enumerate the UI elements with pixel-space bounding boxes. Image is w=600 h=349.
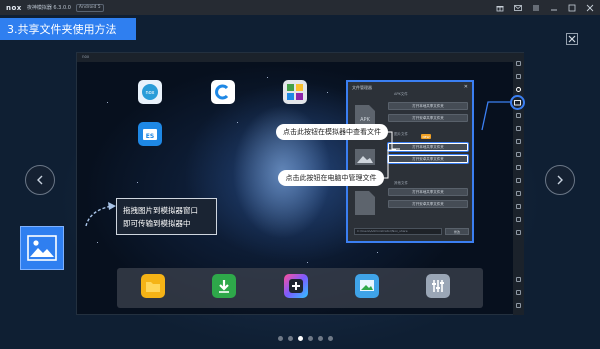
callout-view-text: 点击此按钮在模拟器中查看文件 [283, 128, 381, 136]
other-file-icon [354, 190, 376, 216]
apk-section-label: APK文件 [394, 92, 408, 96]
android-version-badge: Android 5 [75, 3, 104, 12]
minimize-icon[interactable] [549, 3, 558, 12]
other-open-local-button[interactable]: 打开本地共享文件夹 [388, 188, 468, 196]
toolbar-back-icon[interactable] [516, 277, 521, 282]
step-banner: 3.共享文件夹使用方法 [0, 18, 136, 40]
drag-arrow-icon [85, 202, 116, 227]
c-app-icon[interactable] [211, 80, 235, 104]
toolbar-apk-icon[interactable] [516, 126, 521, 131]
toolbar-keyboard-icon[interactable] [516, 61, 521, 66]
toolbar-screenshot-icon[interactable] [516, 74, 521, 79]
mail-icon[interactable] [513, 3, 522, 12]
file-manager-dialog: 文件管理器 ✕ APK文件 APK 打开本地共享文件夹 打开安卓共享文件夹 图片… [346, 80, 474, 243]
callout-manage-on-pc: 点击此按钮在电脑中管理文件 [278, 170, 384, 186]
image-file-icon [354, 146, 376, 172]
new-badge: NEW [421, 134, 431, 139]
svg-text:nox: nox [145, 90, 154, 96]
pagination-dot-3[interactable] [298, 336, 303, 341]
toolbar-fullscreen-icon[interactable] [516, 191, 521, 196]
download-icon[interactable] [212, 274, 236, 298]
nox-logo: nox [6, 3, 22, 12]
toolbar-rotate-icon[interactable] [516, 178, 521, 183]
apk-label: APK [360, 117, 370, 123]
add-app-icon[interactable] [284, 274, 308, 298]
toolbar-multi-icon[interactable] [516, 152, 521, 157]
pagination-dot-5[interactable] [318, 336, 323, 341]
other-section-label: 其他文件 [394, 181, 408, 185]
toolbar-sync-icon[interactable] [516, 217, 521, 222]
callout-view-in-emulator: 点击此按钮在模拟器中查看文件 [276, 124, 388, 140]
drag-hint-line2: 即可传输到模拟器中 [123, 219, 191, 228]
close-tutorial-icon[interactable] [566, 30, 578, 45]
step-title: 3.共享文件夹使用方法 [7, 23, 117, 36]
dialog-close-icon[interactable]: ✕ [464, 84, 468, 90]
toolbar-shake-icon[interactable] [516, 139, 521, 144]
pagination-dot-4[interactable] [308, 336, 313, 341]
image-file-tile[interactable] [20, 226, 64, 270]
gallery-icon[interactable] [355, 274, 379, 298]
shared-path-field[interactable]: C:\Users\Administrator\Nox_share [354, 228, 442, 235]
toolbar-location-icon[interactable] [516, 113, 521, 118]
drag-hint-line1: 拖拽图片到模拟器窗口 [123, 206, 198, 215]
toolbar-macro-icon[interactable] [516, 204, 521, 209]
toolbox-icon[interactable] [283, 80, 307, 104]
callout-manage-connector [380, 149, 396, 179]
previous-slide-button[interactable] [25, 165, 55, 195]
other-open-android-button[interactable]: 打开安卓共享文件夹 [388, 200, 468, 208]
window-controls [495, 0, 594, 15]
chevron-left-icon [37, 175, 43, 185]
image-open-android-button[interactable]: 打开安卓共享文件夹 [388, 155, 468, 163]
toolbar-recent-icon[interactable] [516, 303, 521, 308]
emulator-side-toolbar [513, 53, 524, 315]
slide-pagination [278, 336, 333, 341]
emulator-titlebar: nox 夜神模拟器 6.3.0.0 Android 5 [0, 0, 600, 15]
dialog-title: 文件管理器 [352, 85, 372, 90]
folder-icon[interactable] [141, 274, 165, 298]
nox-helper-icon[interactable]: nox [138, 80, 162, 104]
app-title: 夜神模拟器 6.3.0.0 [26, 5, 71, 11]
change-path-button[interactable]: 修改 [445, 228, 469, 235]
toolbar-more-icon[interactable] [516, 230, 521, 235]
emulator-screen-label: nox [82, 54, 90, 59]
toolbar-record-icon[interactable] [516, 165, 521, 170]
apk-open-local-button[interactable]: 打开本地共享文件夹 [388, 102, 468, 110]
menu-icon[interactable] [531, 3, 540, 12]
gift-icon[interactable] [495, 3, 504, 12]
pagination-dot-1[interactable] [278, 336, 283, 341]
drag-hint-box: 拖拽图片到模拟器窗口 即可传输到模拟器中 [116, 198, 217, 235]
close-window-icon[interactable] [585, 3, 594, 12]
tutorial-background: nox 夜神模拟器 6.3.0.0 Android 5 3.共享文件夹使用方法 … [0, 0, 600, 349]
apk-open-android-button[interactable]: 打开安卓共享文件夹 [388, 114, 468, 122]
next-slide-button[interactable] [545, 165, 575, 195]
toolbar-home-icon[interactable] [516, 290, 521, 295]
image-open-local-button[interactable]: 打开本地共享文件夹 [388, 143, 468, 151]
es-file-explorer-icon[interactable]: ES [138, 122, 162, 146]
svg-text:ES: ES [146, 133, 154, 140]
pagination-dot-2[interactable] [288, 336, 293, 341]
callout-connector-line [481, 101, 510, 131]
shared-folder-highlight[interactable] [510, 95, 525, 110]
toolbar-shared-folder-icon[interactable] [516, 87, 521, 92]
chevron-right-icon [557, 175, 563, 185]
callout-manage-text: 点击此按钮在电脑中管理文件 [285, 174, 377, 182]
maximize-icon[interactable] [567, 3, 576, 12]
settings-icon[interactable] [426, 274, 450, 298]
pagination-dot-6[interactable] [328, 336, 333, 341]
emulator-screen-topbar: nox [77, 53, 523, 62]
